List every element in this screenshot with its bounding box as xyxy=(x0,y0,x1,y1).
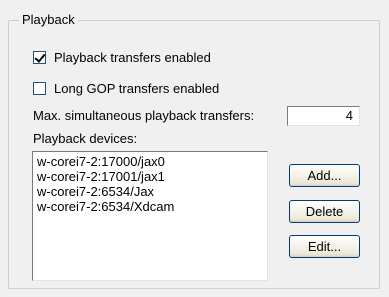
list-item[interactable]: w-corei7-2:17000/jax0 xyxy=(37,154,267,169)
long-gop-transfers-checkbox[interactable] xyxy=(33,81,46,95)
edit-button[interactable]: Edit... xyxy=(289,235,360,258)
playback-transfers-option[interactable]: Playback transfers enabled xyxy=(33,49,211,65)
long-gop-transfers-option[interactable]: Long GOP transfers enabled xyxy=(33,80,219,96)
max-transfers-label: Max. simultaneous playback transfers: xyxy=(33,108,255,123)
max-transfers-input[interactable]: 4 xyxy=(287,106,360,126)
add-button[interactable]: Add... xyxy=(289,164,360,187)
delete-button[interactable]: Delete xyxy=(289,200,360,223)
list-item[interactable]: w-corei7-2:6534/Jax xyxy=(37,184,267,199)
playback-devices-label: Playback devices: xyxy=(33,131,138,146)
list-item[interactable]: w-corei7-2:17001/jax1 xyxy=(37,169,267,184)
long-gop-transfers-label: Long GOP transfers enabled xyxy=(54,80,220,96)
list-item[interactable]: w-corei7-2:6534/Xdcam xyxy=(37,199,267,214)
group-title: Playback xyxy=(19,12,78,28)
playback-transfers-checkbox[interactable] xyxy=(33,50,46,64)
playback-transfers-label: Playback transfers enabled xyxy=(54,49,211,65)
playback-devices-list[interactable]: w-corei7-2:17000/jax0 w-corei7-2:17001/j… xyxy=(32,151,268,281)
